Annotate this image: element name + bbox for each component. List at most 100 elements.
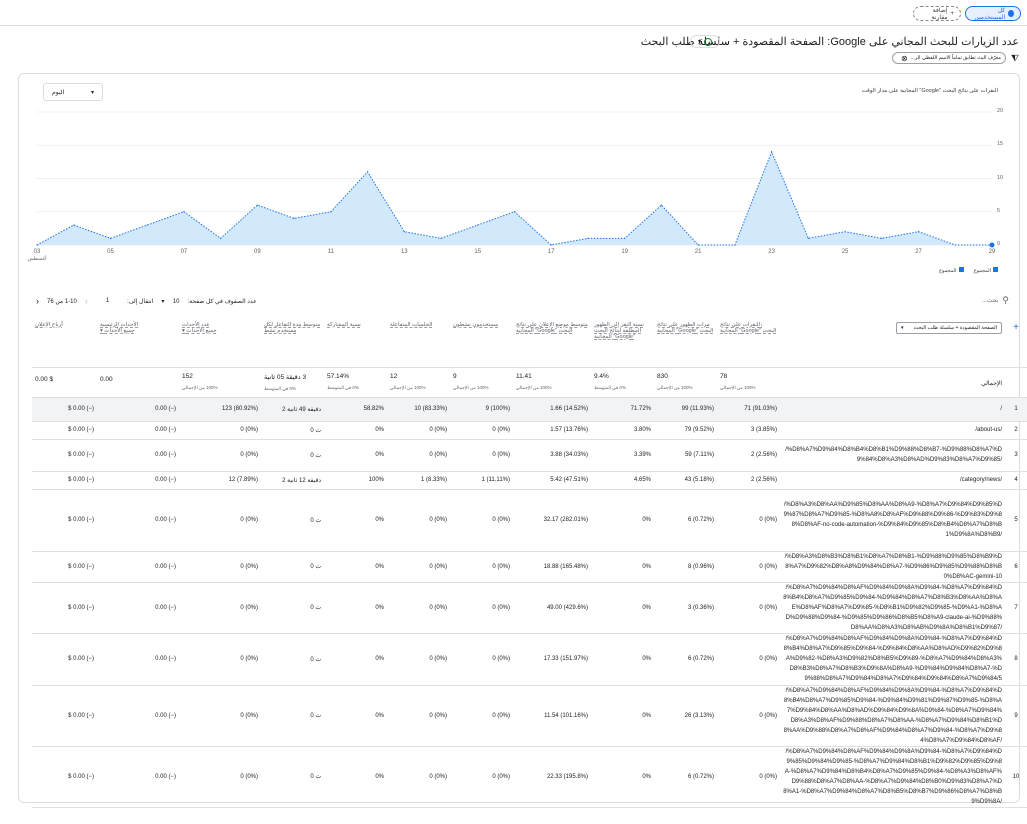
event-select[interactable]: جميع الأحداث ▾ xyxy=(100,328,135,334)
col-header-impressions[interactable]: مرات الظهور على نتائج البحث "Google" الم… xyxy=(654,312,717,368)
x-tick-label: 25 xyxy=(841,249,849,255)
col-header-avg-engagement-time[interactable]: متوسط مدة التفاعل لكل مستخدم نشط xyxy=(261,312,324,368)
metric-cell: 22.33 (195.8%) xyxy=(513,746,591,808)
landing-page-cell[interactable]: /%D8%A7%D9%84%D8%B4%D8%B1%D9%88%D8%B7-%D… xyxy=(780,439,1005,472)
table-search[interactable]: ⚲ بحث... xyxy=(982,295,1009,306)
data-point xyxy=(844,231,846,233)
col-header-ad-revenue[interactable]: أرباح الإعلان xyxy=(32,312,97,368)
landing-page-cell[interactable]: /%D8%A7%D9%84%D8%AF%D9%84%D9%8A%D9%84-%D… xyxy=(780,633,1005,686)
metric-cell: 99 (11.93%) xyxy=(654,397,717,422)
col-header-avg-position[interactable]: متوسط موضع الإعلان على نتائج البحث "Goog… xyxy=(513,312,591,368)
x-tick-label: 19 xyxy=(621,249,629,255)
metric-cell: 1 (11.11%) xyxy=(450,471,513,490)
goto-input[interactable]: 1 xyxy=(96,298,119,304)
landing-page-cell[interactable]: /%D8%A7%D9%84%D8%AF%D9%84%D9%8A%D9%84-%D… xyxy=(780,746,1005,808)
metric-cell: 0.00 (−) xyxy=(97,439,179,472)
table-row[interactable]: 7/%D8%A7%D9%84%D8%AF%D9%84%D9%8A%D9%84-%… xyxy=(32,582,1027,634)
metric-cell: 58.82% xyxy=(324,397,387,422)
landing-page-cell[interactable]: /%D8%A7%D9%84%D8%AF%D9%84%D9%8A%D9%84-%D… xyxy=(780,685,1005,747)
table-row[interactable]: 6/%D8%A3%D8%B3%D8%B1%D8%A7%D8%B1-%D9%88%… xyxy=(32,551,1027,583)
segment-label: كل المستخدمين xyxy=(974,7,1006,21)
metric-cell: 0 (0%) xyxy=(450,685,513,747)
col-header-ctr[interactable]: نسبة النقر إلى الظهور المطلقة لنتائج الب… xyxy=(591,312,654,368)
search-input[interactable]: بحث... xyxy=(982,297,998,304)
metric-cell: 9 (100%) xyxy=(450,397,513,422)
metric-cell: 0 (0%) xyxy=(717,685,780,747)
col-header-event-count[interactable]: عدد الأحداث جميع الأحداث ▾ xyxy=(179,312,261,368)
metric-cell: 0% xyxy=(324,551,387,583)
data-point xyxy=(220,237,222,239)
next-page-button[interactable]: ‹ xyxy=(36,296,39,306)
metric-cell: 18.88 (165.48%) xyxy=(513,551,591,583)
chart-title: النقرات على نتائج البحث "Google" المجاني… xyxy=(861,88,998,94)
legend-swatch-icon xyxy=(993,267,998,272)
landing-page-cell[interactable]: /%D8%A3%D8%AA%D9%85%D8%AA%D8%A9-%D8%A7%D… xyxy=(780,489,1005,552)
metric-cell: 8 (0.96%) xyxy=(654,551,717,583)
dimension-select[interactable]: الصفحة المقصودة + سلسلة طلب البحث ▾ xyxy=(896,322,1002,334)
metric-cell: $ 0.00 (−) xyxy=(32,489,97,552)
report-status-button[interactable]: ▾ xyxy=(690,35,720,48)
landing-page-cell[interactable]: / xyxy=(780,397,1005,422)
search-icon: ⚲ xyxy=(1002,295,1009,305)
table-row[interactable]: 4/category/news/2 (2.56%) 43 (5.18%) 4.65%… xyxy=(32,471,1027,490)
metric-cell: $ 0.00 (−) xyxy=(32,633,97,686)
filter-chip-label: معرّف البث تطابق تماماً الاسم اللفظي الر… xyxy=(910,55,1001,61)
metric-cell: 0 (0%) xyxy=(387,582,450,634)
col-header-engaged-sessions[interactable]: الجلسات المتفاعلة xyxy=(387,312,450,368)
table-row[interactable]: 9/%D8%A7%D9%84%D8%AF%D9%84%D9%8A%D9%84-%… xyxy=(32,685,1027,747)
filter-icon[interactable]: ⧩ xyxy=(1011,53,1019,64)
metric-cell: 0 (0%) xyxy=(717,551,780,583)
table-row[interactable]: 2/about-us/3 (3.85%) 79 (9.52%) 3.80% 1.57 … xyxy=(32,421,1027,440)
table-row[interactable]: 1/71 (91.03%) 99 (11.93%) 71.72% 1.66 (14.5… xyxy=(32,397,1027,422)
filter-chip[interactable]: معرّف البث تطابق تماماً الاسم اللفظي الر… xyxy=(891,52,1006,64)
data-point xyxy=(807,237,809,239)
total-cell: 152 100% من الإجمالي xyxy=(179,367,261,398)
x-tick-label: 07 xyxy=(180,249,188,255)
col-header-key-events[interactable]: الأحداث الرئيسية جميع الأحداث ▾ xyxy=(97,312,179,368)
x-tick-label: 27 xyxy=(915,249,922,255)
add-column-button[interactable]: + xyxy=(1005,312,1027,368)
data-point xyxy=(989,242,995,248)
landing-page-cell[interactable]: /about-us/ xyxy=(780,421,1005,440)
add-comparison-button[interactable]: + إضافة مقارنة xyxy=(913,6,961,21)
y-tick-label: 0 xyxy=(997,241,1001,247)
data-point xyxy=(771,151,773,153)
x-tick-label: 13 xyxy=(400,249,408,255)
col-header-active-users[interactable]: مستخدمون نشطون xyxy=(450,312,513,368)
total-cell: 78 100% من الإجمالي xyxy=(717,367,780,398)
metric-cell: 0 (0%) xyxy=(387,633,450,686)
metric-cell: 0 ث xyxy=(261,551,324,583)
table-row[interactable]: 5/%D8%A3%D8%AA%D9%85%D8%AA%D8%A9-%D8%A7%… xyxy=(32,489,1027,552)
landing-page-cell[interactable]: /category/news/ xyxy=(780,471,1005,490)
table-row[interactable]: 8/%D8%A7%D9%84%D8%AF%D9%84%D9%8A%D9%84-%… xyxy=(32,633,1027,686)
metric-cell: 0 (0%) xyxy=(450,489,513,552)
table-row[interactable]: 10/%D8%A7%D9%84%D8%AF%D9%84%D9%8A%D9%84-… xyxy=(32,746,1027,808)
close-icon[interactable]: ⊗ xyxy=(901,54,908,63)
segment-chip-all-users[interactable]: كل المستخدمين xyxy=(965,6,1021,21)
prev-page-button[interactable]: › xyxy=(85,296,88,306)
metric-cell: 0 (0%) xyxy=(450,421,513,440)
metric-cell: 0 (0%) xyxy=(387,746,450,808)
period-select[interactable]: ▾ اليوم xyxy=(43,83,103,101)
event-select[interactable]: جميع الأحداث ▾ xyxy=(182,328,217,334)
col-header-clicks[interactable]: ↓النقرات على نتائج البحث "Google" المجان… xyxy=(717,312,780,368)
metric-cell: 0 ث xyxy=(261,421,324,440)
total-cell: 57.14% 0% في المتوسط xyxy=(324,367,387,398)
x-tick-label: 05 xyxy=(107,249,114,255)
landing-page-cell[interactable]: /%D8%A7%D9%84%D8%AF%D9%84%D9%8A%D9%84-%D… xyxy=(780,582,1005,634)
chevron-down-icon: ▾ xyxy=(901,325,904,331)
landing-page-cell[interactable]: /%D8%A3%D8%B3%D8%B1%D8%A7%D8%B1-%D9%88%D… xyxy=(780,551,1005,583)
x-tick-label: 09 xyxy=(254,249,261,255)
metric-cell: 0.00 (−) xyxy=(97,633,179,686)
data-point xyxy=(477,224,479,226)
metric-cell: 0 ث xyxy=(261,633,324,686)
rows-per-page-select[interactable]: 10 ▾ xyxy=(161,298,179,305)
data-point xyxy=(330,211,332,213)
col-header-engagement-rate[interactable]: نسبة المشاركة xyxy=(324,312,387,368)
row-index: 8 xyxy=(1005,633,1027,686)
table-row[interactable]: 3/%D8%A7%D9%84%D8%B4%D8%B1%D9%88%D8%B7-%… xyxy=(32,439,1027,472)
y-tick-label: 5 xyxy=(997,207,1001,214)
plus-icon: + xyxy=(950,10,954,17)
metric-cell: 0% xyxy=(591,685,654,747)
data-point xyxy=(587,237,589,239)
